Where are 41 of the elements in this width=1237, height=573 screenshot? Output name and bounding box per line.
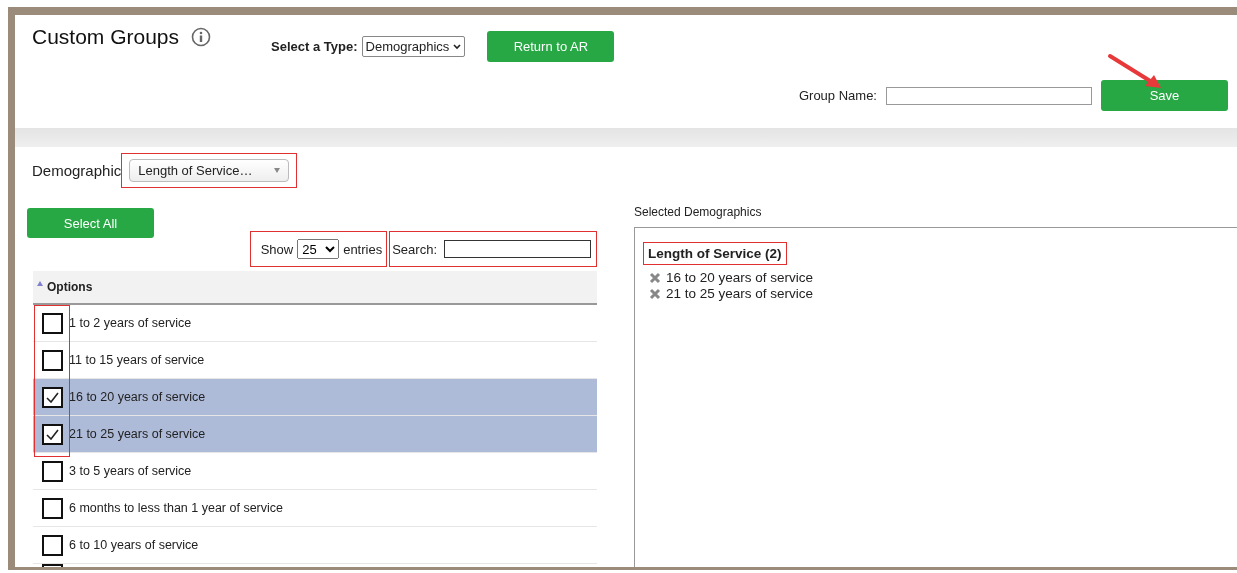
remove-icon[interactable]: [649, 287, 661, 300]
option-row[interactable]: 16 to 20 years of service: [33, 379, 597, 416]
checkbox[interactable]: [42, 423, 63, 445]
entries-label: entries: [343, 241, 383, 257]
selected-item: 16 to 20 years of service: [666, 270, 814, 285]
show-label: Show: [260, 241, 294, 257]
search-label: Search:: [392, 241, 437, 257]
group-title: Length of Service (2): [648, 246, 782, 261]
search-field[interactable]: [444, 240, 591, 258]
option-label: 16 to 20 years of service: [69, 390, 206, 404]
group-name-field[interactable]: [886, 86, 1092, 105]
demographic-select[interactable]: Length of Service…: [129, 159, 290, 182]
remove-icon[interactable]: [649, 271, 661, 284]
page-title: Custom Groups: [32, 25, 180, 49]
type-label: Select a Type:: [271, 39, 358, 54]
checkbox[interactable]: [42, 312, 63, 334]
check-icon: [46, 428, 59, 440]
checkbox[interactable]: [42, 386, 63, 408]
page-size-select[interactable]: 25: [297, 239, 340, 259]
type-select[interactable]: Demographics: [361, 36, 466, 57]
check-icon: [46, 391, 59, 403]
checkbox[interactable]: [42, 497, 63, 519]
option-label: 6 to 10 years of service: [69, 538, 199, 552]
checkbox[interactable]: [42, 460, 63, 482]
info-icon[interactable]: [191, 27, 212, 47]
option-label: 1 to 2 years of service: [69, 316, 192, 330]
option-row[interactable]: 21 to 25 years of service: [33, 416, 597, 453]
group-name-label: Group Name:: [798, 88, 877, 103]
caret-icon: [274, 168, 281, 173]
option-label: 11 to 15 years of service: [69, 353, 205, 367]
option-label: 21 to 25 years of service: [69, 427, 206, 441]
option-label: 6 months to less than 1 year of service: [69, 501, 283, 515]
panel-title: Selected Demographics: [634, 205, 763, 219]
selected-item: 21 to 25 years of service: [666, 286, 814, 301]
demographic-label: Demographic: [32, 162, 122, 179]
column-header[interactable]: Options: [33, 271, 597, 305]
checkbox[interactable]: [42, 349, 63, 371]
sort-icon: [37, 280, 43, 286]
checkbox[interactable]: [42, 534, 63, 556]
chevron-icon: [453, 43, 462, 50]
option-label: 3 to 5 years of service: [69, 464, 192, 478]
